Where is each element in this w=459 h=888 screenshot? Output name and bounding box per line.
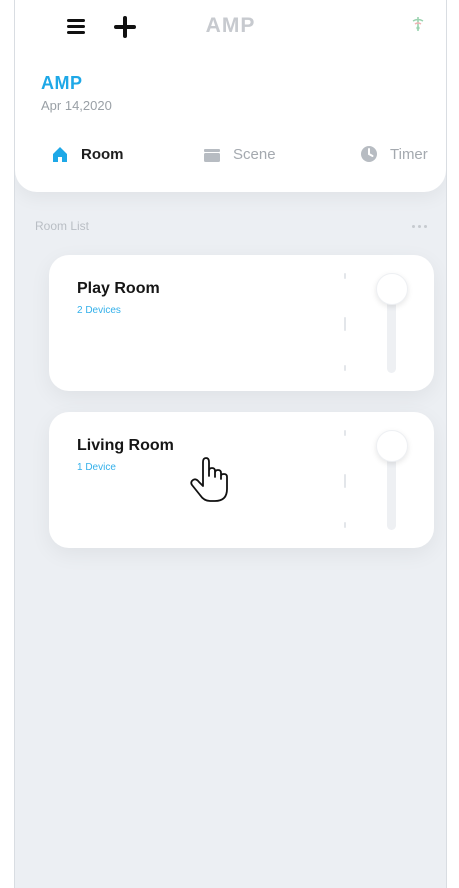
home-icon <box>53 147 67 162</box>
tab-room[interactable]: Room <box>51 141 124 167</box>
home-date: Apr 14,2020 <box>41 98 112 113</box>
room-card-play-room[interactable]: Play Room 2 Devices <box>49 255 434 391</box>
room-name: Living Room <box>77 437 174 454</box>
more-icon[interactable] <box>412 225 430 229</box>
timer-icon <box>361 146 377 162</box>
home-name[interactable]: AMP <box>41 73 83 94</box>
tab-scene[interactable]: Scene <box>203 141 276 167</box>
room-device-count: 2 Devices <box>77 305 121 316</box>
brightness-slider[interactable] <box>374 269 408 377</box>
app-title: AMP <box>205 14 256 37</box>
slider-knob[interactable] <box>376 430 408 462</box>
brightness-slider[interactable] <box>374 426 408 534</box>
app-screen: AMP AMP Apr 14,2020 Room Scene Timer Roo… <box>14 0 447 888</box>
scene-icon <box>204 149 220 162</box>
tab-timer-label: Timer <box>390 145 428 163</box>
tab-scene-label: Scene <box>233 145 276 163</box>
room-device-count: 1 Device <box>77 462 116 473</box>
room-card-living-room[interactable]: Living Room 1 Device <box>49 412 434 548</box>
room-name: Play Room <box>77 280 160 297</box>
room-list-title: Room List <box>35 219 90 233</box>
card-divider <box>344 273 346 373</box>
header-card: AMP AMP Apr 14,2020 Room Scene Timer <box>15 0 446 192</box>
top-bar: AMP <box>15 0 446 56</box>
slider-knob[interactable] <box>376 273 408 305</box>
connection-icon[interactable] <box>408 14 428 34</box>
card-divider <box>344 430 346 530</box>
tab-timer[interactable]: Timer <box>360 141 428 167</box>
tab-room-label: Room <box>81 145 124 163</box>
